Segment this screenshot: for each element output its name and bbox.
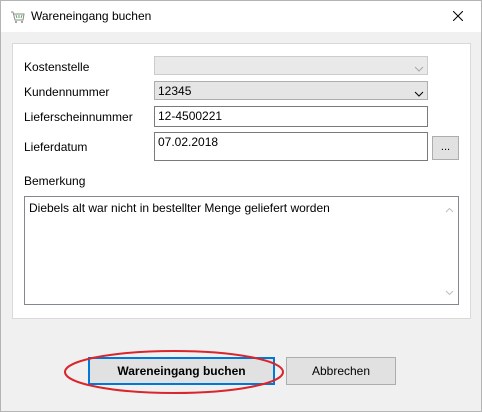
- lieferdatum-value: 07.02.2018: [158, 135, 219, 149]
- date-picker-button[interactable]: ...: [432, 136, 459, 160]
- window-title: Wareneingang buchen: [31, 9, 152, 23]
- close-icon: [452, 10, 464, 24]
- kundennummer-label: Kundennummer: [24, 85, 110, 99]
- form-panel: Kostenstelle Kundennummer 12345 Liefersc…: [12, 43, 471, 319]
- chevron-up-icon[interactable]: [445, 202, 454, 216]
- cart-icon: [10, 9, 26, 25]
- kostenstelle-select[interactable]: [154, 56, 428, 75]
- bemerkung-label: Bemerkung: [24, 174, 86, 188]
- chevron-down-icon[interactable]: [445, 285, 454, 299]
- kundennummer-value: 12345: [158, 84, 192, 98]
- lieferdatum-input[interactable]: 07.02.2018: [154, 132, 428, 161]
- cancel-button[interactable]: Abbrechen: [286, 357, 396, 385]
- dialog-window: Wareneingang buchen Kostenstelle Kundenn…: [0, 0, 482, 412]
- kundennummer-select[interactable]: 12345: [154, 81, 428, 100]
- highlight-ellipse: [64, 350, 284, 394]
- lieferscheinnummer-value: 12-4500221: [158, 109, 223, 123]
- bemerkung-textarea[interactable]: Diebels alt war nicht in bestellter Meng…: [24, 196, 459, 305]
- lieferscheinnummer-label: Lieferscheinnummer: [24, 110, 133, 124]
- bemerkung-value: Diebels alt war nicht in bestellter Meng…: [29, 201, 330, 215]
- title-bar: Wareneingang buchen: [1, 1, 481, 32]
- vertical-scrollbar[interactable]: [441, 197, 458, 304]
- lieferscheinnummer-input[interactable]: 12-4500221: [154, 106, 428, 127]
- lieferdatum-label: Lieferdatum: [24, 140, 88, 154]
- kostenstelle-label: Kostenstelle: [24, 60, 90, 74]
- chevron-down-icon: [414, 87, 424, 97]
- chevron-down-icon: [414, 62, 424, 72]
- close-button[interactable]: [435, 1, 481, 32]
